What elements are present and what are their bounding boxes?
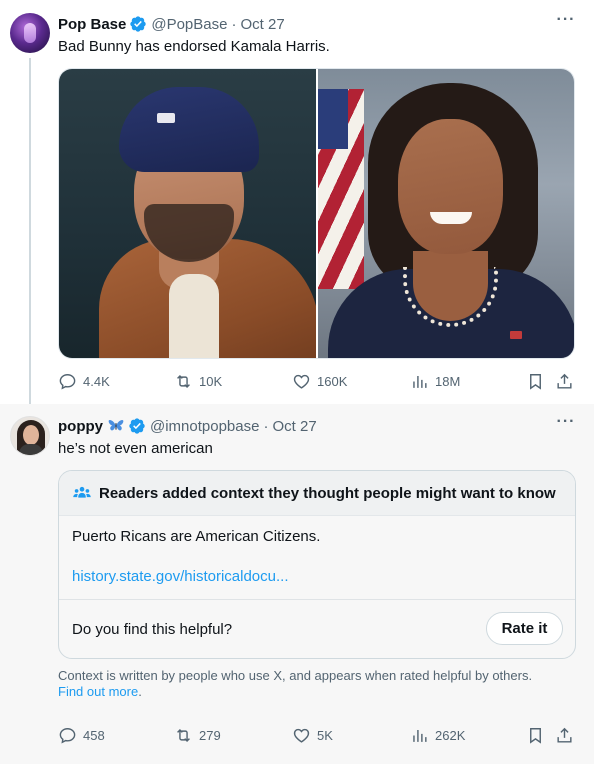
reply-count: 4.4K bbox=[83, 374, 110, 389]
community-note-disclaimer: Context is written by people who use X, … bbox=[58, 668, 558, 700]
tweet-header: poppy @imnotpopbase · Oct 27 bbox=[58, 417, 317, 435]
find-out-more-link[interactable]: Find out more bbox=[58, 684, 138, 699]
display-name[interactable]: Pop Base bbox=[58, 16, 126, 33]
share-button[interactable] bbox=[555, 372, 574, 391]
tweet-text: he’s not even american bbox=[58, 440, 213, 457]
action-bar: 4.4K 10K 160K 18M bbox=[58, 372, 578, 394]
more-options-icon[interactable]: ··· bbox=[556, 12, 576, 34]
tweet-popbase[interactable]: Pop Base @PopBase · Oct 27 ··· Bad Bunny… bbox=[0, 0, 594, 408]
community-note-title: Readers added context they thought peopl… bbox=[99, 484, 556, 502]
community-note: Readers added context they thought peopl… bbox=[58, 470, 576, 659]
like-count: 5K bbox=[317, 728, 333, 743]
people-icon bbox=[73, 486, 91, 498]
handle[interactable]: @imnotpopbase bbox=[150, 418, 259, 435]
repost-icon bbox=[177, 728, 190, 743]
reply-icon bbox=[59, 374, 76, 390]
timestamp[interactable]: Oct 27 bbox=[272, 418, 316, 435]
bookmark-button[interactable] bbox=[526, 372, 545, 391]
disclaimer-text: Context is written by people who use X, … bbox=[58, 668, 533, 683]
community-note-header: Readers added context they thought peopl… bbox=[59, 471, 575, 516]
share-icon bbox=[557, 373, 572, 389]
photo-kamala-harris[interactable] bbox=[317, 69, 574, 358]
repost-icon bbox=[177, 374, 190, 389]
community-note-body: Puerto Ricans are American Citizens. bbox=[72, 528, 321, 545]
views-button[interactable]: 262K bbox=[410, 726, 465, 745]
like-count: 160K bbox=[317, 374, 348, 389]
more-options-icon[interactable]: ··· bbox=[556, 414, 576, 436]
tweet-text: Bad Bunny has endorsed Kamala Harris. bbox=[58, 38, 330, 55]
share-button[interactable] bbox=[555, 726, 574, 745]
media-grid[interactable] bbox=[58, 68, 575, 359]
helpful-question: Do you find this helpful? bbox=[72, 621, 233, 638]
action-bar: 458 279 5K 262K bbox=[58, 726, 578, 748]
bookmark-icon bbox=[530, 374, 541, 390]
repost-count: 10K bbox=[199, 374, 223, 389]
handle[interactable]: @PopBase bbox=[151, 16, 227, 33]
separator-dot: · bbox=[263, 417, 269, 435]
views-count: 262K bbox=[435, 728, 466, 743]
photo-bad-bunny[interactable] bbox=[59, 69, 316, 358]
like-button[interactable]: 160K bbox=[292, 372, 347, 391]
disclaimer-period: . bbox=[138, 684, 142, 699]
thread-connector-line bbox=[29, 58, 31, 408]
analytics-icon bbox=[413, 375, 427, 388]
share-icon bbox=[557, 727, 572, 743]
verified-badge-icon bbox=[130, 16, 147, 32]
verified-badge-icon bbox=[129, 418, 145, 434]
timestamp[interactable]: Oct 27 bbox=[240, 16, 284, 33]
reply-count: 458 bbox=[83, 728, 105, 743]
bookmark-button[interactable] bbox=[526, 726, 545, 745]
heart-icon bbox=[293, 374, 310, 389]
repost-button[interactable]: 279 bbox=[174, 726, 221, 745]
analytics-icon bbox=[413, 729, 427, 742]
like-button[interactable]: 5K bbox=[292, 726, 333, 745]
divider bbox=[59, 599, 575, 600]
tweet-poppy[interactable]: poppy @imnotpopbase · Oct 27 ··· he’s no… bbox=[0, 404, 594, 764]
avatar[interactable] bbox=[10, 416, 50, 456]
reply-button[interactable]: 458 bbox=[58, 726, 105, 745]
reply-button[interactable]: 4.4K bbox=[58, 372, 110, 391]
tweet-header: Pop Base @PopBase · Oct 27 bbox=[58, 15, 285, 33]
community-note-source-link[interactable]: history.state.gov/historicaldocu... bbox=[72, 568, 289, 585]
views-button[interactable]: 18M bbox=[410, 372, 460, 391]
avatar[interactable] bbox=[10, 13, 50, 53]
views-count: 18M bbox=[435, 374, 461, 389]
butterfly-emoji-icon bbox=[108, 420, 124, 431]
display-name[interactable]: poppy bbox=[58, 418, 103, 435]
repost-button[interactable]: 10K bbox=[174, 372, 222, 391]
repost-count: 279 bbox=[199, 728, 221, 743]
reply-icon bbox=[59, 728, 76, 744]
bookmark-icon bbox=[530, 728, 541, 744]
separator-dot: · bbox=[231, 15, 237, 33]
heart-icon bbox=[293, 728, 310, 743]
rate-it-button[interactable]: Rate it bbox=[486, 612, 563, 645]
